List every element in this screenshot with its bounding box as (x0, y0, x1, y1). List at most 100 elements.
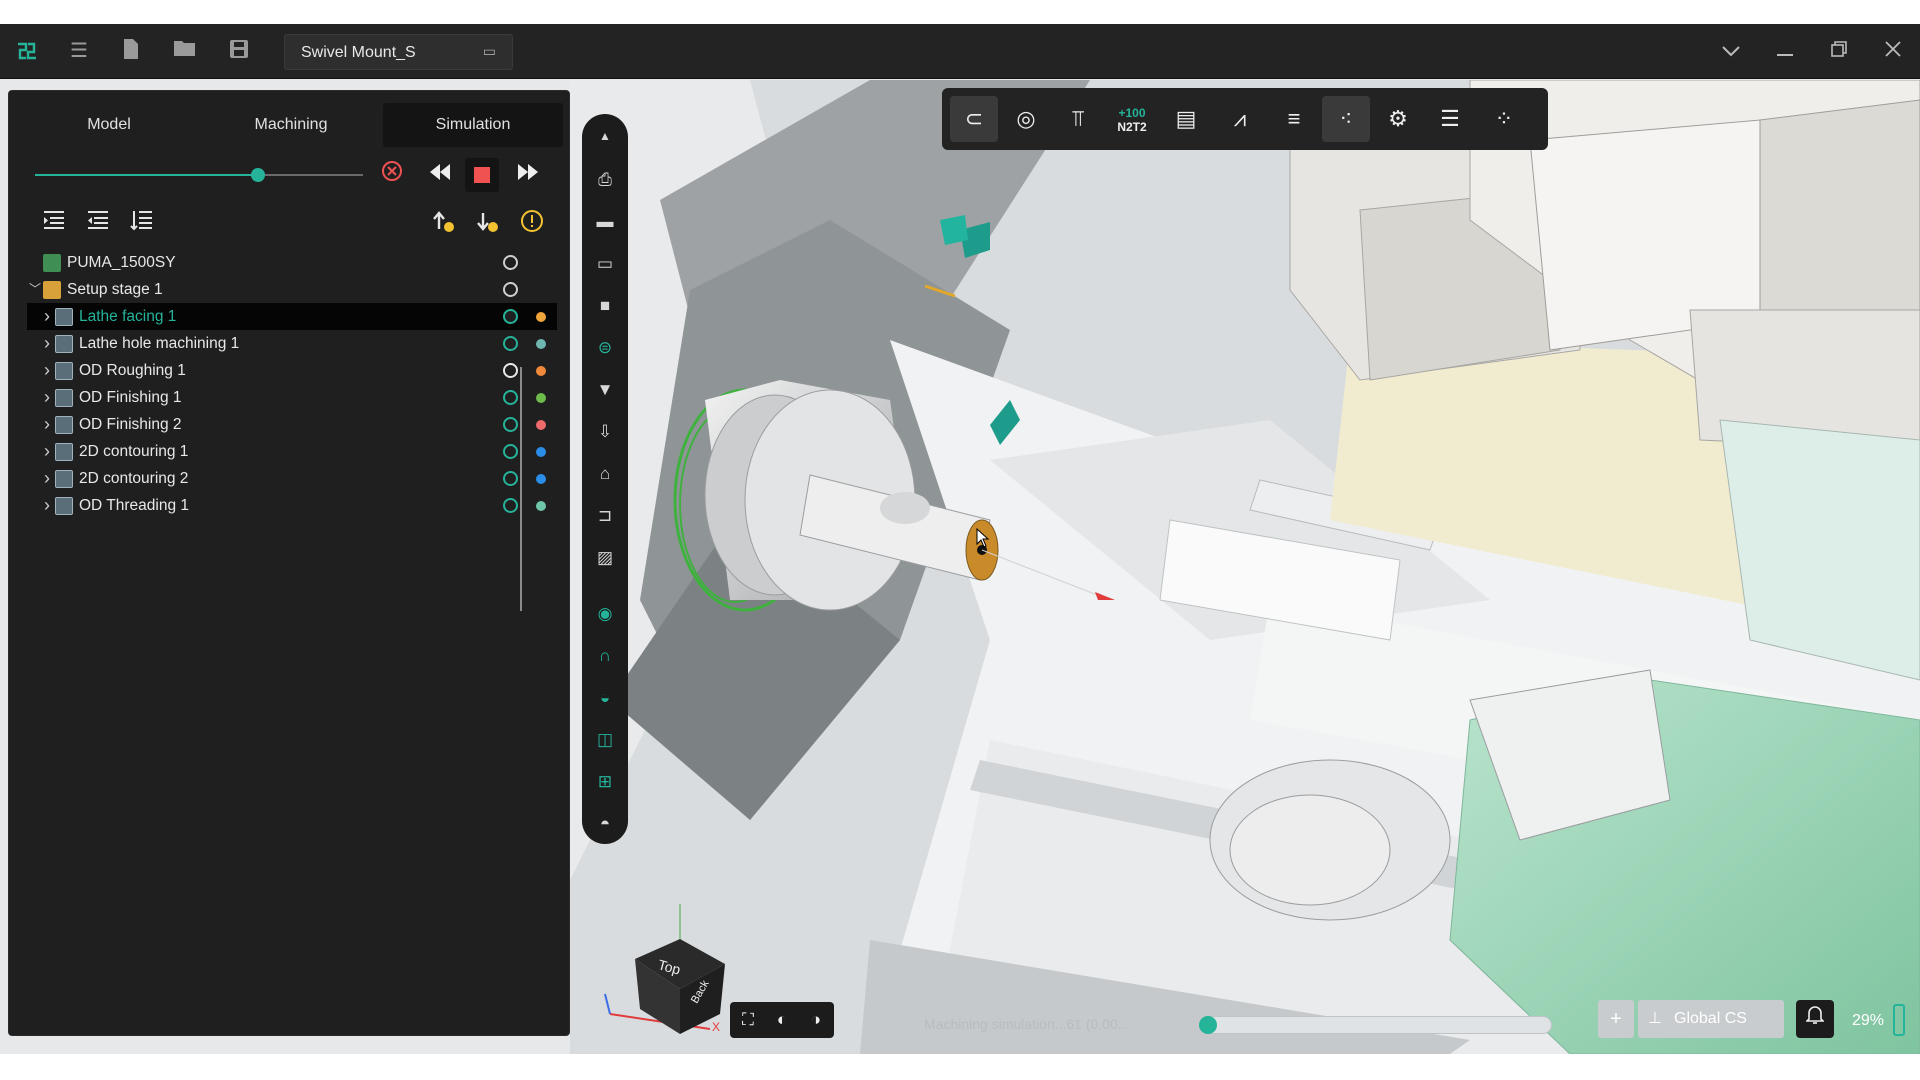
operation-status-icon[interactable] (503, 471, 518, 486)
tree-operation-row[interactable]: › OD Finishing 1 (27, 384, 557, 411)
operation-status-icon[interactable] (503, 363, 518, 378)
save-icon[interactable] (226, 38, 252, 64)
fixture-view-icon[interactable]: ▭ (593, 252, 617, 276)
operation-color-dot[interactable] (536, 339, 546, 349)
operation-color-dot[interactable] (536, 447, 546, 457)
chevron-down-icon[interactable] (1716, 38, 1746, 64)
tab-model[interactable]: Model (19, 103, 199, 147)
stock-view-icon[interactable]: ▬ (593, 210, 617, 234)
warning-icon[interactable] (517, 209, 547, 237)
tree-setup-row[interactable]: ﹀ Setup stage 1 (27, 276, 557, 303)
simulation-slider-knob[interactable] (251, 168, 266, 182)
chevron-right-icon[interactable]: › (41, 357, 53, 384)
face-view-icon[interactable]: ◫ (593, 728, 617, 752)
tree-operation-row[interactable]: › Lathe facing 1 (27, 303, 557, 330)
tool-holder-icon[interactable]: ⫪ (1054, 96, 1102, 142)
tree-operation-row[interactable]: › 2D contouring 1 (27, 438, 557, 465)
render-mode-icon[interactable]: ◓ (593, 812, 617, 836)
fit-view-icon[interactable]: ⛶ (736, 1008, 760, 1032)
inspect-icon[interactable]: ◎ (1002, 96, 1050, 142)
magnet-view-icon[interactable]: ⊂ (950, 96, 998, 142)
simulation-progress-knob[interactable] (1199, 1016, 1217, 1034)
rename-icon[interactable]: ▭ (483, 43, 496, 60)
maximize-icon[interactable] (1824, 38, 1854, 64)
curve-view-icon[interactable]: ∩ (593, 644, 617, 668)
3d-viewport[interactable] (570, 80, 1920, 1054)
operation-color-dot[interactable] (536, 420, 546, 430)
operation-status-icon[interactable] (503, 309, 518, 324)
move-up-warning-icon[interactable] (429, 209, 459, 237)
chevron-right-icon[interactable]: › (41, 411, 53, 438)
stop-button[interactable] (465, 158, 499, 192)
chevron-right-icon[interactable]: › (41, 303, 53, 330)
operation-status-icon[interactable] (503, 390, 518, 405)
list-order-icon[interactable] (127, 209, 157, 237)
surface-view-icon[interactable]: ◒ (593, 686, 617, 710)
document-title-box[interactable]: Swivel Mount_S ▭ (284, 34, 513, 70)
operation-status-icon[interactable] (503, 417, 518, 432)
app-logo-icon[interactable] (14, 38, 40, 64)
shading-icon[interactable]: ◐ (770, 1008, 794, 1032)
grid-dots-icon[interactable]: ⁘ (1480, 96, 1528, 142)
expand-all-icon[interactable] (39, 209, 69, 237)
scroll-up-icon[interactable]: ▲ (593, 124, 617, 148)
point-view-icon[interactable]: ◉ (593, 602, 617, 626)
operation-color-dot[interactable] (536, 501, 546, 511)
clamp-view-icon[interactable]: ⌂ (593, 462, 617, 486)
tree-operation-row[interactable]: › OD Finishing 2 (27, 411, 557, 438)
chevron-right-icon[interactable]: › (41, 465, 53, 492)
chevron-right-icon[interactable]: › (41, 330, 53, 357)
add-cs-icon[interactable]: + (1598, 1000, 1634, 1038)
nodes-icon[interactable]: ⁖ (1322, 96, 1370, 142)
machine-status-icon[interactable] (503, 255, 518, 270)
settings-sliders-icon[interactable]: ☰ (1426, 96, 1474, 142)
operation-color-dot[interactable] (536, 366, 546, 376)
machine-view-icon[interactable]: ⎙ (593, 168, 617, 192)
chevron-right-icon[interactable]: › (41, 492, 53, 519)
chevron-right-icon[interactable]: › (41, 384, 53, 411)
notification-bell-icon[interactable] (1796, 1000, 1834, 1038)
close-icon[interactable] (1878, 38, 1908, 64)
hatch-view-icon[interactable]: ▨ (593, 546, 617, 570)
gear-icon[interactable]: ⚙ (1374, 96, 1422, 142)
move-down-warning-icon[interactable] (473, 209, 503, 237)
tab-machining[interactable]: Machining (201, 103, 381, 147)
tree-machine-row[interactable]: PUMA_1500SY (27, 249, 557, 276)
operation-color-dot[interactable] (536, 393, 546, 403)
tree-operation-row[interactable]: › OD Threading 1 (27, 492, 557, 519)
n2t2-button[interactable]: +100 N2T2 (1108, 96, 1156, 142)
cancel-simulation-icon[interactable] (377, 159, 407, 191)
open-folder-icon[interactable] (172, 38, 198, 64)
lighting-icon[interactable]: ◑ (804, 1008, 828, 1032)
fast-forward-icon[interactable] (511, 159, 545, 191)
jaw-view-icon[interactable]: ⊐ (593, 504, 617, 528)
operation-status-icon[interactable] (503, 336, 518, 351)
operation-color-dot[interactable] (536, 474, 546, 484)
setup-status-icon[interactable] (503, 282, 518, 297)
toolpath-lines-icon[interactable]: ⩘ (1216, 96, 1264, 142)
collapse-all-icon[interactable] (83, 209, 113, 237)
tab-simulation[interactable]: Simulation (383, 103, 563, 147)
tool-view-icon[interactable]: ▼ (593, 378, 617, 402)
mesh-view-icon[interactable]: ⊞ (593, 770, 617, 794)
operation-color-dot[interactable] (536, 312, 546, 322)
tree-operation-row[interactable]: › 2D contouring 2 (27, 465, 557, 492)
operation-status-icon[interactable] (503, 498, 518, 513)
coordinate-system-button[interactable]: ⊥ Global CS (1638, 1000, 1784, 1038)
stock-layers-icon[interactable]: ≡ (1270, 96, 1318, 142)
menu-icon[interactable]: ☰ (66, 38, 92, 64)
simulation-progress-bar[interactable] (1199, 1016, 1552, 1034)
chevron-down-icon[interactable]: ﹀ (29, 276, 41, 303)
operation-status-icon[interactable] (503, 444, 518, 459)
new-file-icon[interactable] (118, 38, 144, 64)
rewind-icon[interactable] (423, 159, 457, 191)
holder-view-icon[interactable]: ⇩ (593, 420, 617, 444)
tree-operation-row[interactable]: › Lathe hole machining 1 (27, 330, 557, 357)
toolpath-view-icon[interactable]: ⊜ (593, 336, 617, 360)
simulation-slider[interactable] (35, 168, 363, 182)
tree-operation-row[interactable]: › OD Roughing 1 (27, 357, 557, 384)
chevron-right-icon[interactable]: › (41, 438, 53, 465)
part-view-icon[interactable]: ■ (593, 294, 617, 318)
machine-info-icon[interactable]: ▤ (1162, 96, 1210, 142)
minimize-icon[interactable] (1770, 38, 1800, 64)
